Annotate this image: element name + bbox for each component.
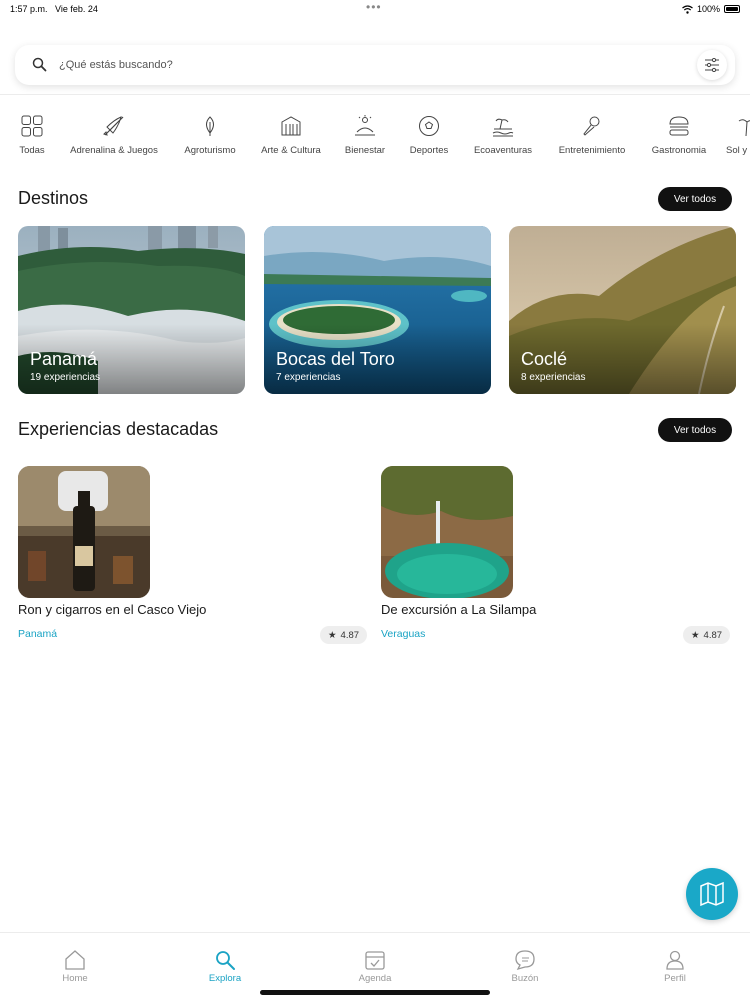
kayak-icon xyxy=(103,116,124,136)
star-icon: ★ xyxy=(691,629,700,641)
experiencia-title[interactable]: De excursión a La Silampa xyxy=(381,602,536,617)
category-todas[interactable]: Todas xyxy=(10,114,54,156)
grid-icon xyxy=(21,115,43,137)
multitask-dots[interactable]: ••• xyxy=(366,0,382,14)
home-indicator[interactable] xyxy=(260,990,490,995)
category-sol-y-playa[interactable]: Sol y xyxy=(726,114,750,156)
burger-icon xyxy=(669,116,689,136)
destino-card-bocas-del-toro[interactable]: Bocas del Toro 7 experiencias xyxy=(264,226,491,394)
calendar-icon xyxy=(365,951,385,970)
category-arte-cultura[interactable]: Arte & Cultura xyxy=(256,114,326,156)
nav-perfil[interactable]: Perfil xyxy=(635,949,715,984)
chat-icon xyxy=(515,950,535,971)
experiencia-image-ron[interactable] xyxy=(18,466,150,598)
experiencia-location[interactable]: Panamá xyxy=(18,628,57,640)
destino-name: Coclé xyxy=(521,349,568,369)
header-divider xyxy=(0,94,750,95)
status-bar: 1:57 p.m. Vie feb. 24 ••• 100% xyxy=(0,0,750,18)
category-gastronomia[interactable]: Gastronomia xyxy=(644,114,714,156)
wifi-icon xyxy=(682,4,693,14)
destino-card-cocle[interactable]: Coclé 8 experiencias xyxy=(509,226,736,394)
nav-agenda[interactable]: Agenda xyxy=(335,949,415,984)
category-ecoaventuras[interactable]: Ecoaventuras xyxy=(466,114,540,156)
category-bar: Todas Adrenalina & Juegos Agroturismo Ar… xyxy=(0,114,750,166)
category-adrenalina[interactable]: Adrenalina & Juegos xyxy=(64,114,164,156)
destinos-title: Destinos xyxy=(18,188,89,208)
map-icon xyxy=(700,881,724,907)
filter-button[interactable] xyxy=(697,50,727,80)
user-icon xyxy=(666,950,684,970)
category-deportes[interactable]: Deportes xyxy=(404,114,454,156)
search-icon xyxy=(32,57,47,72)
ball-icon xyxy=(419,116,439,136)
nav-home[interactable]: Home xyxy=(35,949,115,984)
search-bar[interactable] xyxy=(15,45,735,85)
experiencias-title: Experiencias destacadas xyxy=(18,419,219,439)
destinos-ver-todos-button[interactable]: Ver todos xyxy=(658,187,732,211)
rating-badge: ★ 4.87 xyxy=(683,626,731,644)
search-icon xyxy=(216,951,235,970)
experiencia-location[interactable]: Veraguas xyxy=(381,628,425,640)
category-entretenimiento[interactable]: Entretenimiento xyxy=(552,114,632,156)
battery-icon xyxy=(724,5,740,13)
rating-badge: ★ 4.87 xyxy=(320,626,368,644)
sliders-icon xyxy=(705,58,719,72)
experiencia-photo xyxy=(381,466,513,598)
destino-card-panama[interactable]: Panamá 19 experiencias xyxy=(18,226,245,394)
category-bienestar[interactable]: Bienestar xyxy=(340,114,390,156)
experiencia-image-silampa[interactable] xyxy=(381,466,513,598)
map-button[interactable] xyxy=(686,868,738,920)
star-icon: ★ xyxy=(328,629,337,641)
home-icon xyxy=(65,950,85,970)
destino-count: 8 experiencias xyxy=(521,372,586,383)
destino-count: 19 experiencias xyxy=(30,372,101,383)
destino-count: 7 experiencias xyxy=(276,372,341,383)
search-input[interactable] xyxy=(59,59,697,71)
destino-name: Bocas del Toro xyxy=(276,349,395,369)
status-time: 1:57 p.m. Vie feb. 24 xyxy=(10,4,98,14)
experiencia-photo xyxy=(18,466,150,598)
status-right: 100% xyxy=(682,4,740,14)
experiencias-ver-todos-button[interactable]: Ver todos xyxy=(658,418,732,442)
nav-buzon[interactable]: Buzón xyxy=(485,949,565,984)
nav-explora[interactable]: Explora xyxy=(185,949,265,984)
leaf-icon xyxy=(206,116,214,136)
experiencia-title[interactable]: Ron y cigarros en el Casco Viejo xyxy=(18,602,206,617)
microphone-icon xyxy=(583,116,600,136)
building-icon xyxy=(281,116,301,136)
palm-icon xyxy=(738,119,750,137)
battery-percent: 100% xyxy=(696,4,720,14)
island-icon xyxy=(492,118,514,137)
category-agroturismo[interactable]: Agroturismo xyxy=(178,114,242,156)
destino-name: Panamá xyxy=(30,349,98,369)
wellness-icon xyxy=(355,115,375,136)
